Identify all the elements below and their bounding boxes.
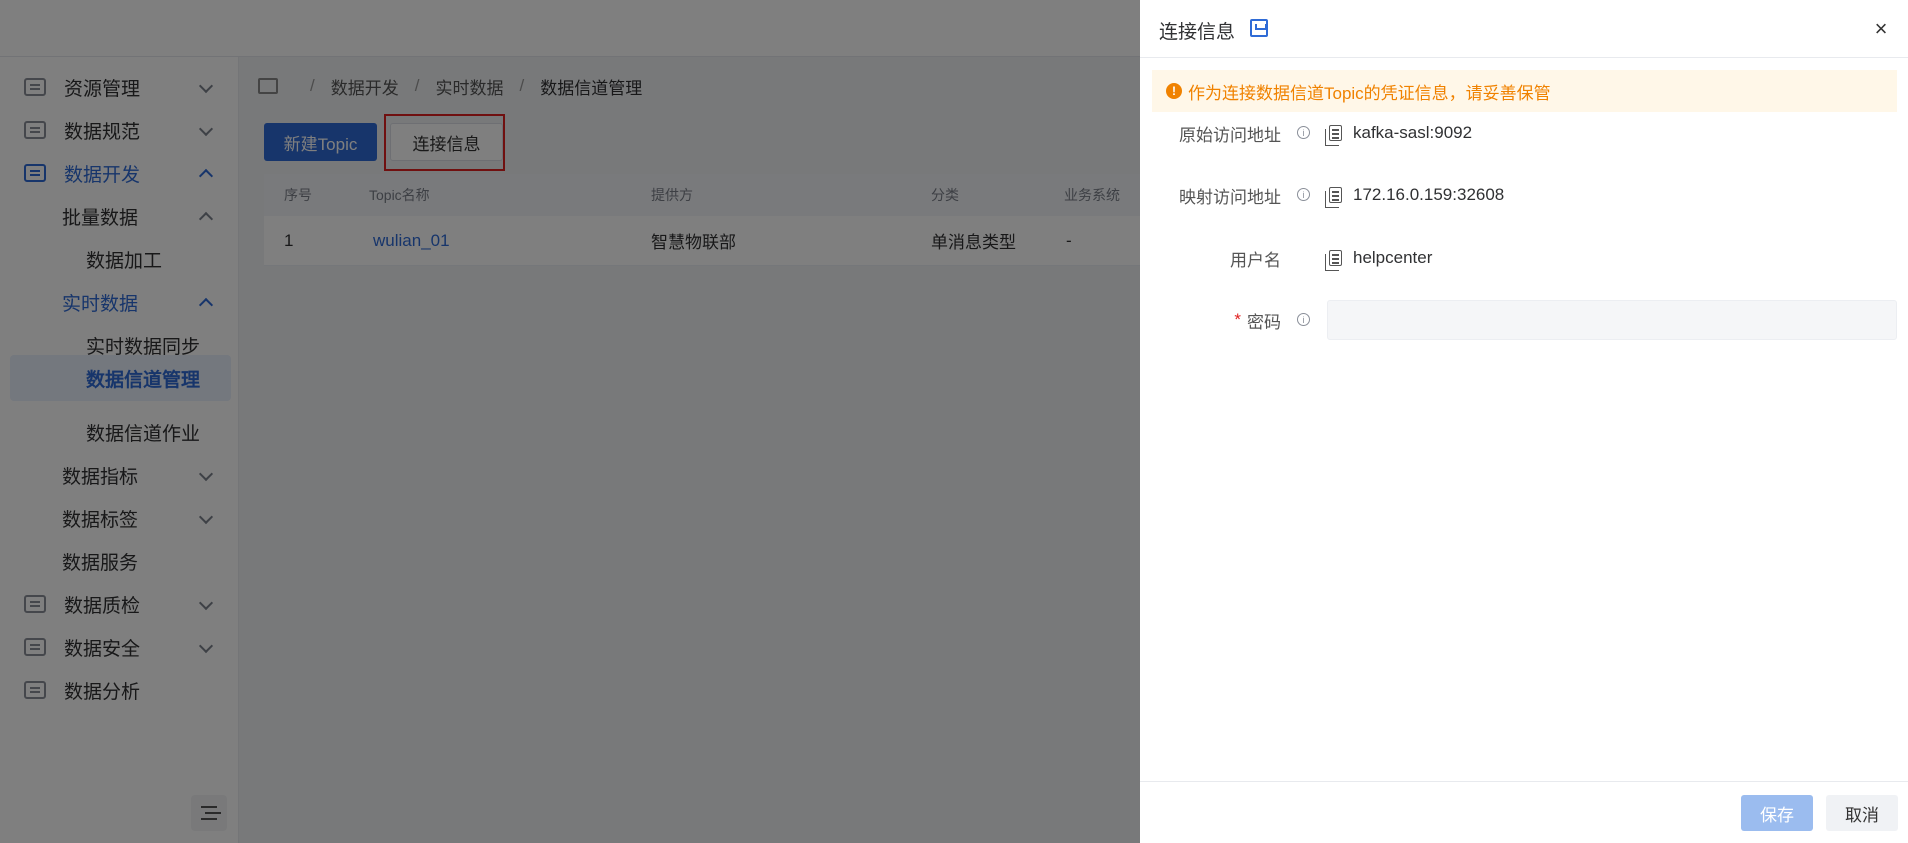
password-label-text: 密码 — [1247, 312, 1281, 332]
mapped-address-value: 172.16.0.159:32608 — [1353, 185, 1505, 204]
required-mark: * — [1234, 310, 1241, 329]
username-label: 用户名 — [1230, 250, 1281, 270]
origin-address-label: 原始访问地址 — [1179, 125, 1281, 145]
form-row-mapped-address: 映射访问地址 i 172.16.0.159:32608 — [1140, 175, 1908, 215]
form-row-origin-address: 原始访问地址 i kafka-sasl:9092 — [1140, 113, 1908, 153]
warning-icon: ! — [1166, 83, 1182, 99]
info-icon[interactable]: i — [1297, 188, 1310, 201]
form-row-username: 用户名 helpcenter — [1140, 238, 1908, 278]
form-row-password: * 密码 i — [1140, 300, 1908, 340]
drawer-footer: 保存 取消 — [1140, 781, 1908, 843]
password-input[interactable] — [1327, 300, 1897, 340]
copy-icon[interactable] — [1325, 250, 1342, 271]
copy-icon[interactable] — [1325, 187, 1342, 208]
close-icon[interactable]: × — [1868, 16, 1894, 42]
save-icon[interactable] — [1250, 19, 1268, 37]
mapped-address-label: 映射访问地址 — [1179, 187, 1281, 207]
cancel-button[interactable]: 取消 — [1826, 795, 1898, 831]
info-icon[interactable]: i — [1297, 313, 1310, 326]
warning-alert: ! 作为连接数据信道Topic的凭证信息，请妥善保管 — [1152, 70, 1897, 112]
drawer-title: 连接信息 — [1159, 22, 1236, 43]
origin-address-value: kafka-sasl:9092 — [1353, 123, 1473, 142]
alert-text: 作为连接数据信道Topic的凭证信息，请妥善保管 — [1188, 83, 1551, 103]
username-value: helpcenter — [1353, 248, 1433, 267]
info-icon[interactable]: i — [1297, 126, 1310, 139]
copy-icon[interactable] — [1325, 125, 1342, 146]
password-label: * 密码 — [1234, 300, 1281, 340]
connection-info-drawer: 连接信息 × ! 作为连接数据信道Topic的凭证信息，请妥善保管 原始访问地址… — [1140, 0, 1908, 843]
save-button[interactable]: 保存 — [1741, 795, 1813, 831]
drawer-header: 连接信息 × — [1140, 0, 1908, 58]
